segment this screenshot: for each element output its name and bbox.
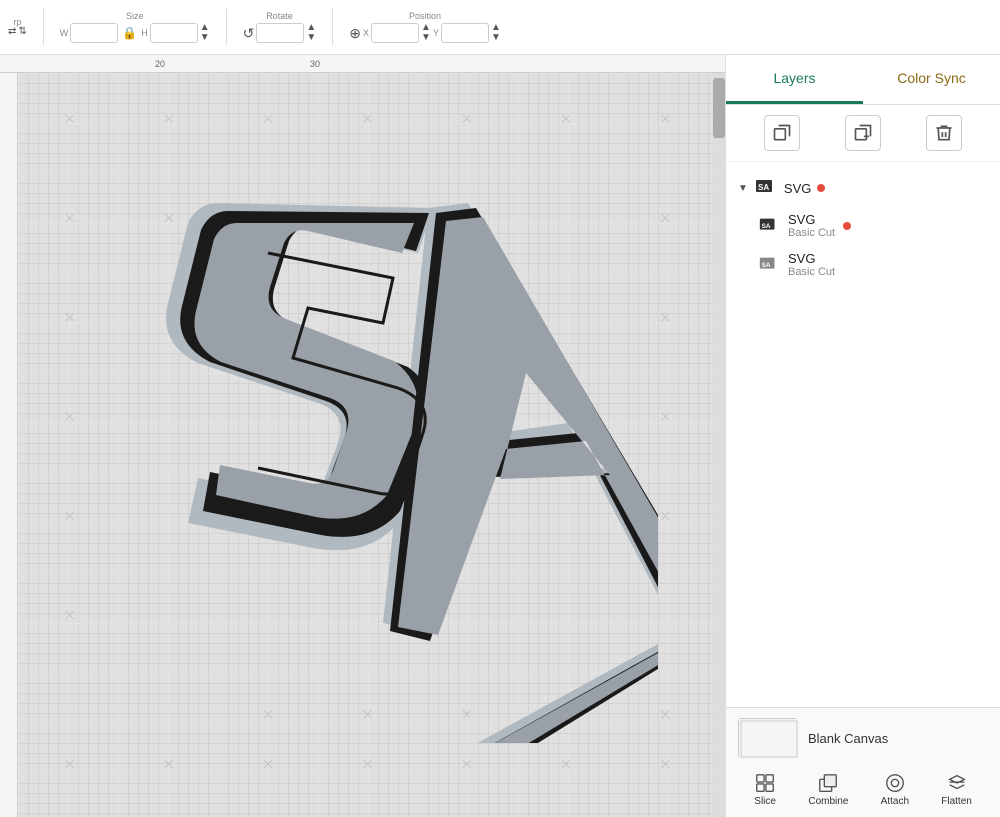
layer-child-1-name: SVG xyxy=(788,212,835,227)
bottom-actions: Slice Combine Attach xyxy=(738,766,988,811)
rotate-arrow[interactable]: ▲▼ xyxy=(306,23,316,43)
canvas-thumbnail xyxy=(738,718,798,758)
divider-1 xyxy=(43,9,44,45)
canvas-logo xyxy=(138,123,658,743)
scrollbar-thumb[interactable] xyxy=(713,78,725,138)
svg-child-2-icon: SA xyxy=(758,254,780,276)
w-label: W xyxy=(60,28,69,38)
x-label: X xyxy=(363,28,369,38)
svg-group-icon: SA xyxy=(754,176,778,200)
add-layer-btn[interactable] xyxy=(845,115,881,151)
duplicate-layer-btn[interactable] xyxy=(764,115,800,151)
svg-text:SA: SA xyxy=(762,261,771,268)
layer-child-1-info: SVG Basic Cut xyxy=(788,212,835,239)
position-group: Position ⊕ X ▲▼ Y ▲▼ xyxy=(349,11,501,43)
panel-bottom: Blank Canvas Slice xyxy=(726,707,1000,817)
panel-icon-row xyxy=(726,105,1000,162)
svg-child-1-icon: SA xyxy=(758,215,780,237)
layer-parent-name: SVG xyxy=(784,181,811,196)
tab-color-sync[interactable]: Color Sync xyxy=(863,55,1000,104)
pos-y-arrow[interactable]: ▲▼ xyxy=(491,23,501,43)
attach-label: Attach xyxy=(881,796,909,807)
rotate-icon: ↺ xyxy=(243,25,255,42)
y-label: Y xyxy=(433,28,439,38)
panel-tabs: Layers Color Sync xyxy=(726,55,1000,105)
position-icon: ⊕ xyxy=(349,25,361,42)
layer-parent-svg[interactable]: ▼ SA SVG xyxy=(726,170,1000,206)
lock-icon[interactable]: 🔒 xyxy=(120,24,139,42)
h-label: H xyxy=(141,28,148,38)
add-icon xyxy=(853,123,873,143)
rotate-group: Rotate ↺ ▲▼ xyxy=(243,11,317,43)
svg-text:SA: SA xyxy=(758,183,769,192)
canvas-thumbnail-row: Blank Canvas xyxy=(738,718,988,758)
tab-layers-label: Layers xyxy=(773,70,815,86)
tab-layers[interactable]: Layers xyxy=(726,55,863,104)
layer-status-dot-1 xyxy=(817,184,825,192)
grid-canvas[interactable] xyxy=(18,73,713,817)
size-label: Size xyxy=(126,11,144,21)
combine-label: Combine xyxy=(808,796,848,807)
chevron-down-icon: ▼ xyxy=(738,183,748,194)
slice-icon xyxy=(754,772,776,794)
flatten-btn[interactable]: Flatten xyxy=(941,772,972,807)
flatten-label: Flatten xyxy=(941,796,972,807)
flatten-icon xyxy=(946,772,968,794)
rotate-label: Rotate xyxy=(266,11,293,21)
size-group: Size W 🔒 H ▲▼ xyxy=(60,11,210,43)
divider-3 xyxy=(332,9,333,45)
toolbar-flip-group: rp ⇄ ⇅ xyxy=(8,17,27,37)
layer-group-svg: ▼ SA SVG SA xyxy=(726,170,1000,284)
layer-child-1-sub: Basic Cut xyxy=(788,227,835,239)
ruler-mark-20: 20 xyxy=(155,59,165,69)
scrollbar-right[interactable] xyxy=(713,73,725,817)
main-area: 20 30 xyxy=(0,55,1000,817)
rotate-input[interactable] xyxy=(256,23,304,43)
flip-left-btn[interactable]: ⇄ xyxy=(8,27,16,37)
ruler-left xyxy=(0,73,18,817)
layer-child-2-sub: Basic Cut xyxy=(788,266,835,278)
slice-label: Slice xyxy=(754,796,776,807)
divider-2 xyxy=(226,9,227,45)
right-panel: Layers Color Sync xyxy=(725,55,1000,817)
canvas-area[interactable]: 20 30 xyxy=(0,55,725,817)
layer-child-2-info: SVG Basic Cut xyxy=(788,251,835,278)
attach-icon xyxy=(884,772,906,794)
delete-layer-btn[interactable] xyxy=(926,115,962,151)
pos-y-input[interactable] xyxy=(441,23,489,43)
ruler-mark-30: 30 xyxy=(310,59,320,69)
delete-icon xyxy=(934,123,954,143)
layer-child-1[interactable]: SA SVG Basic Cut xyxy=(746,206,1000,245)
layers-list: ▼ SA SVG SA xyxy=(726,162,1000,707)
ruler-top: 20 30 xyxy=(0,55,725,73)
size-arrow-up[interactable]: ▲▼ xyxy=(200,23,210,43)
layer-child-1-dot xyxy=(843,222,851,230)
combine-btn[interactable]: Combine xyxy=(808,772,848,807)
layer-child-2[interactable]: SA SVG Basic Cut xyxy=(746,245,1000,284)
size-h-input[interactable] xyxy=(150,23,198,43)
flip-vertical-btn[interactable]: ⇅ xyxy=(18,27,26,37)
position-label: Position xyxy=(409,11,441,21)
layer-child-2-name: SVG xyxy=(788,251,835,266)
slice-btn[interactable]: Slice xyxy=(754,772,776,807)
attach-btn[interactable]: Attach xyxy=(881,772,909,807)
layer-children: SA SVG Basic Cut SA xyxy=(746,206,1000,284)
size-w-input[interactable] xyxy=(70,23,118,43)
svg-text:SA: SA xyxy=(762,222,771,229)
pos-x-input[interactable] xyxy=(371,23,419,43)
pos-x-arrow[interactable]: ▲▼ xyxy=(421,23,431,43)
canvas-label: Blank Canvas xyxy=(808,731,888,746)
duplicate-icon xyxy=(772,123,792,143)
toolbar: rp ⇄ ⇅ Size W 🔒 H ▲▼ Rotate ↺ ▲▼ Positio… xyxy=(0,0,1000,55)
tab-color-sync-label: Color Sync xyxy=(897,70,965,86)
combine-icon xyxy=(817,772,839,794)
